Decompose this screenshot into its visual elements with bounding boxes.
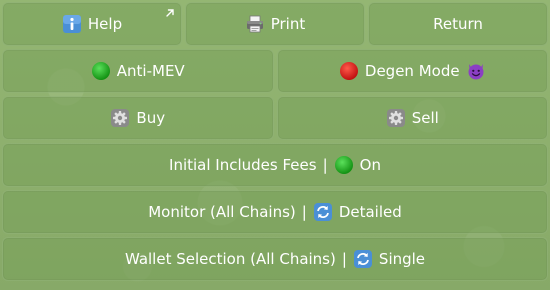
keyboard-row-4: Initial Includes Fees | On — [2, 143, 548, 187]
monitor-value: Detailed — [338, 203, 402, 221]
gear-icon — [110, 108, 130, 128]
sell-button[interactable]: Sell — [276, 96, 548, 140]
separator: | — [341, 250, 347, 268]
green-circle-icon — [334, 155, 354, 175]
anti-mev-button[interactable]: Anti-MEV — [2, 49, 274, 93]
degen-mode-button[interactable]: Degen Mode — [276, 49, 548, 93]
buy-button[interactable]: Buy — [2, 96, 274, 140]
print-button[interactable]: Print — [185, 2, 365, 46]
red-circle-icon — [339, 61, 359, 81]
initial-includes-fees-value: On — [359, 156, 381, 174]
monitor-label: Monitor (All Chains) — [148, 203, 296, 221]
return-button[interactable]: Return — [368, 2, 548, 46]
return-label: Return — [433, 15, 483, 33]
smiling-devil-icon — [466, 61, 486, 81]
separator: | — [301, 203, 307, 221]
printer-icon — [245, 14, 265, 34]
keyboard-row-3: Buy Sell — [2, 96, 548, 140]
keyboard-row-1: Help Print Return — [2, 2, 548, 46]
open-link-arrow-icon — [166, 9, 174, 17]
cycle-icon — [313, 202, 333, 222]
monitor-button[interactable]: Monitor (All Chains) | Detailed — [2, 190, 548, 234]
green-circle-icon — [91, 61, 111, 81]
initial-includes-fees-label: Initial Includes Fees — [169, 156, 317, 174]
anti-mev-label: Anti-MEV — [116, 62, 185, 80]
separator: | — [322, 156, 328, 174]
gear-icon — [386, 108, 406, 128]
keyboard-row-5: Monitor (All Chains) | Detailed — [2, 190, 548, 234]
wallet-selection-value: Single — [378, 250, 426, 268]
cycle-icon — [353, 249, 373, 269]
degen-mode-label: Degen Mode — [364, 62, 460, 80]
buy-label: Buy — [136, 109, 166, 127]
initial-includes-fees-button[interactable]: Initial Includes Fees | On — [2, 143, 548, 187]
wallet-selection-label: Wallet Selection (All Chains) — [124, 250, 336, 268]
keyboard-row-6: Wallet Selection (All Chains) | Single — [2, 237, 548, 281]
inline-keyboard: Help Print Return Anti-MEV Degen Mode Bu… — [2, 2, 548, 288]
print-label: Print — [270, 15, 306, 33]
wallet-selection-button[interactable]: Wallet Selection (All Chains) | Single — [2, 237, 548, 281]
help-label: Help — [87, 15, 123, 33]
keyboard-row-2: Anti-MEV Degen Mode — [2, 49, 548, 93]
info-icon — [62, 14, 82, 34]
sell-label: Sell — [411, 109, 439, 127]
help-button[interactable]: Help — [2, 2, 182, 46]
